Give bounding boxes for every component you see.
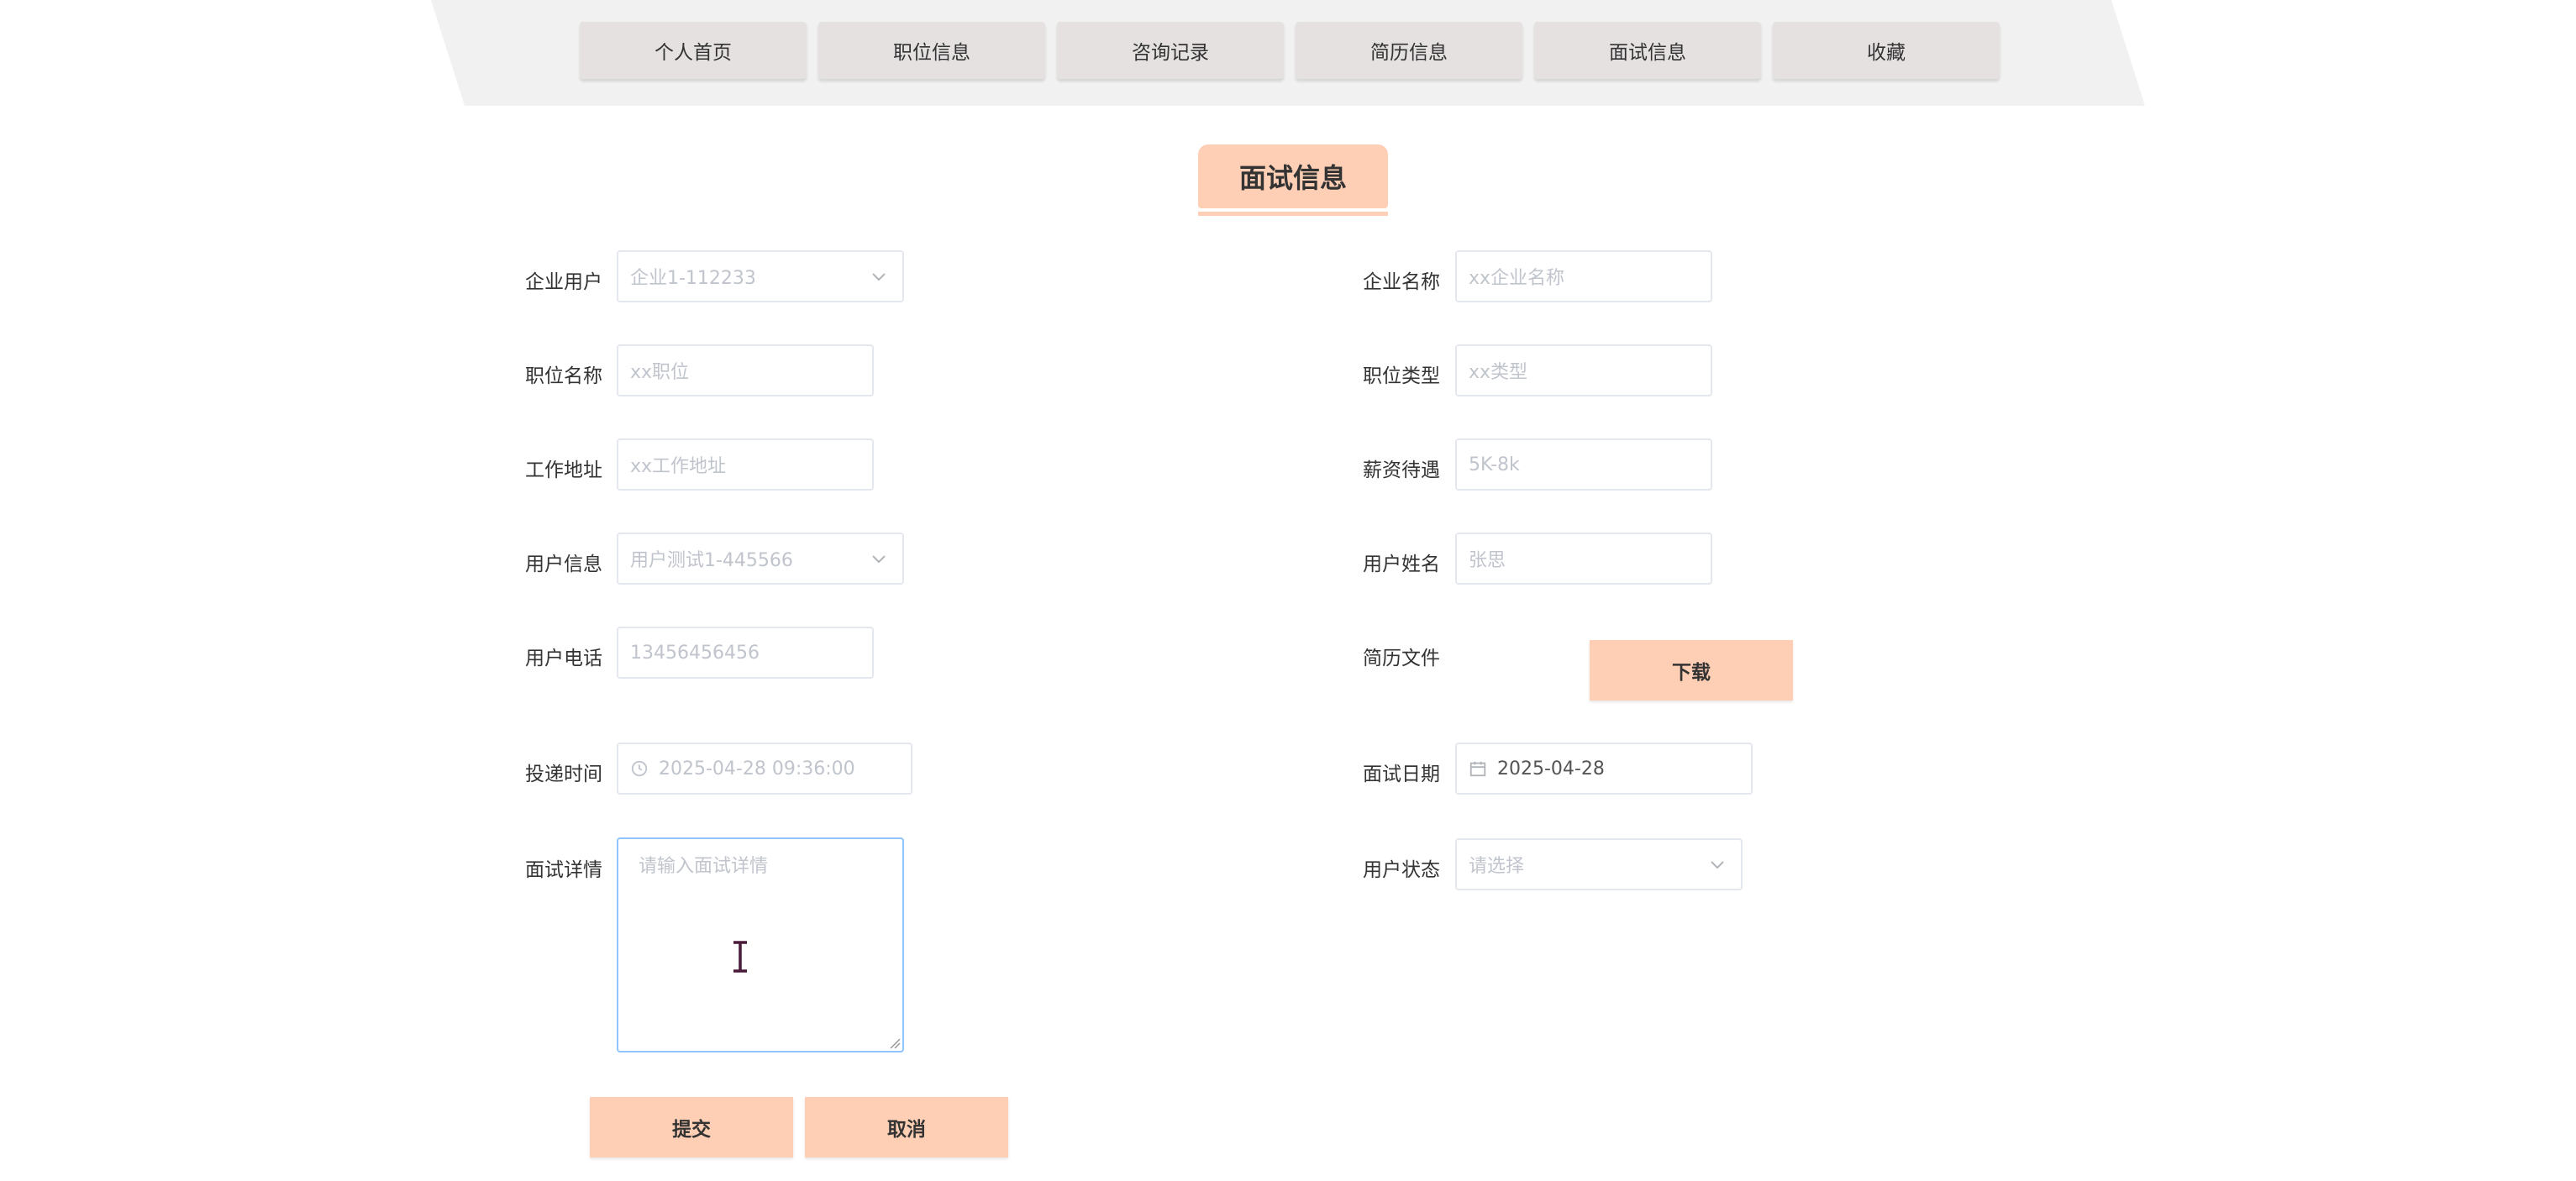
interview-detail-label: 面试详情 xyxy=(525,859,602,881)
interview-date-picker[interactable]: 2025-04-28 xyxy=(1455,743,1753,795)
position-name-input[interactable]: xx职位 xyxy=(617,344,874,396)
top-nav: 个人首页 职位信息 咨询记录 简历信息 面试信息 收藏 xyxy=(580,22,2000,79)
user-status-placeholder: 请选择 xyxy=(1469,856,1525,877)
work-address-label: 工作地址 xyxy=(525,459,602,481)
chevron-down-icon xyxy=(872,555,886,564)
user-phone-placeholder: 13456456456 xyxy=(630,642,760,664)
user-name-placeholder: 张思 xyxy=(1469,550,1506,571)
work-address-placeholder: xx工作地址 xyxy=(630,456,727,477)
calendar-icon xyxy=(1469,761,1486,777)
user-status-label: 用户状态 xyxy=(1363,859,1440,881)
delivery-time-placeholder: 2025-04-28 09:36:00 xyxy=(659,758,855,779)
submit-button[interactable]: 提交 xyxy=(590,1097,793,1157)
nav-item-consult-records[interactable]: 咨询记录 xyxy=(1057,22,1284,79)
salary-label: 薪资待遇 xyxy=(1363,459,1440,481)
salary-input[interactable]: 5K-8k xyxy=(1455,438,1712,491)
user-phone-input[interactable]: 13456456456 xyxy=(617,627,874,679)
interview-date-label: 面试日期 xyxy=(1363,764,1440,785)
clock-icon xyxy=(631,760,648,777)
download-button[interactable]: 下载 xyxy=(1590,640,1793,701)
work-address-input[interactable]: xx工作地址 xyxy=(617,438,874,491)
user-info-placeholder: 用户测试1-445566 xyxy=(630,550,793,571)
user-phone-label: 用户电话 xyxy=(525,648,602,669)
delivery-time-label: 投递时间 xyxy=(525,764,602,785)
company-user-placeholder: 企业1-112233 xyxy=(630,268,756,289)
page-title: 面试信息 xyxy=(1198,144,1388,208)
nav-item-interviews[interactable]: 面试信息 xyxy=(1534,22,1761,79)
interview-date-value: 2025-04-28 xyxy=(1497,758,1605,779)
company-name-label: 企业名称 xyxy=(1363,271,1440,293)
salary-placeholder: 5K-8k xyxy=(1469,454,1520,475)
resize-handle-icon[interactable] xyxy=(887,1036,901,1049)
user-status-select[interactable]: 请选择 xyxy=(1455,838,1743,890)
chevron-down-icon xyxy=(872,273,886,281)
position-type-label: 职位类型 xyxy=(1363,365,1440,387)
user-info-label: 用户信息 xyxy=(525,554,602,575)
resume-file-label: 简历文件 xyxy=(1363,648,1440,669)
company-user-label: 企业用户 xyxy=(525,271,602,293)
user-info-select[interactable]: 用户测试1-445566 xyxy=(617,533,904,585)
position-name-label: 职位名称 xyxy=(525,365,602,387)
interview-detail-textarea[interactable]: 请输入面试详情 xyxy=(617,837,904,1052)
nav-item-resumes[interactable]: 简历信息 xyxy=(1296,22,1522,79)
nav-item-favorites[interactable]: 收藏 xyxy=(1773,22,2000,79)
cancel-button[interactable]: 取消 xyxy=(805,1097,1008,1157)
user-name-input[interactable]: 张思 xyxy=(1455,533,1712,585)
page-title-underline xyxy=(1198,212,1388,216)
nav-item-home[interactable]: 个人首页 xyxy=(580,22,807,79)
text-cursor-icon xyxy=(733,939,747,974)
position-name-placeholder: xx职位 xyxy=(630,362,690,383)
position-type-placeholder: xx类型 xyxy=(1469,362,1528,383)
chevron-down-icon xyxy=(1711,861,1724,869)
delivery-time-picker[interactable]: 2025-04-28 09:36:00 xyxy=(617,743,912,795)
interview-detail-placeholder: 请输入面试详情 xyxy=(639,856,769,877)
position-type-input[interactable]: xx类型 xyxy=(1455,344,1712,396)
nav-item-positions[interactable]: 职位信息 xyxy=(818,22,1045,79)
user-name-label: 用户姓名 xyxy=(1363,554,1440,575)
company-name-input[interactable]: xx企业名称 xyxy=(1455,250,1712,302)
company-name-placeholder: xx企业名称 xyxy=(1469,268,1565,289)
company-user-select[interactable]: 企业1-112233 xyxy=(617,250,904,302)
